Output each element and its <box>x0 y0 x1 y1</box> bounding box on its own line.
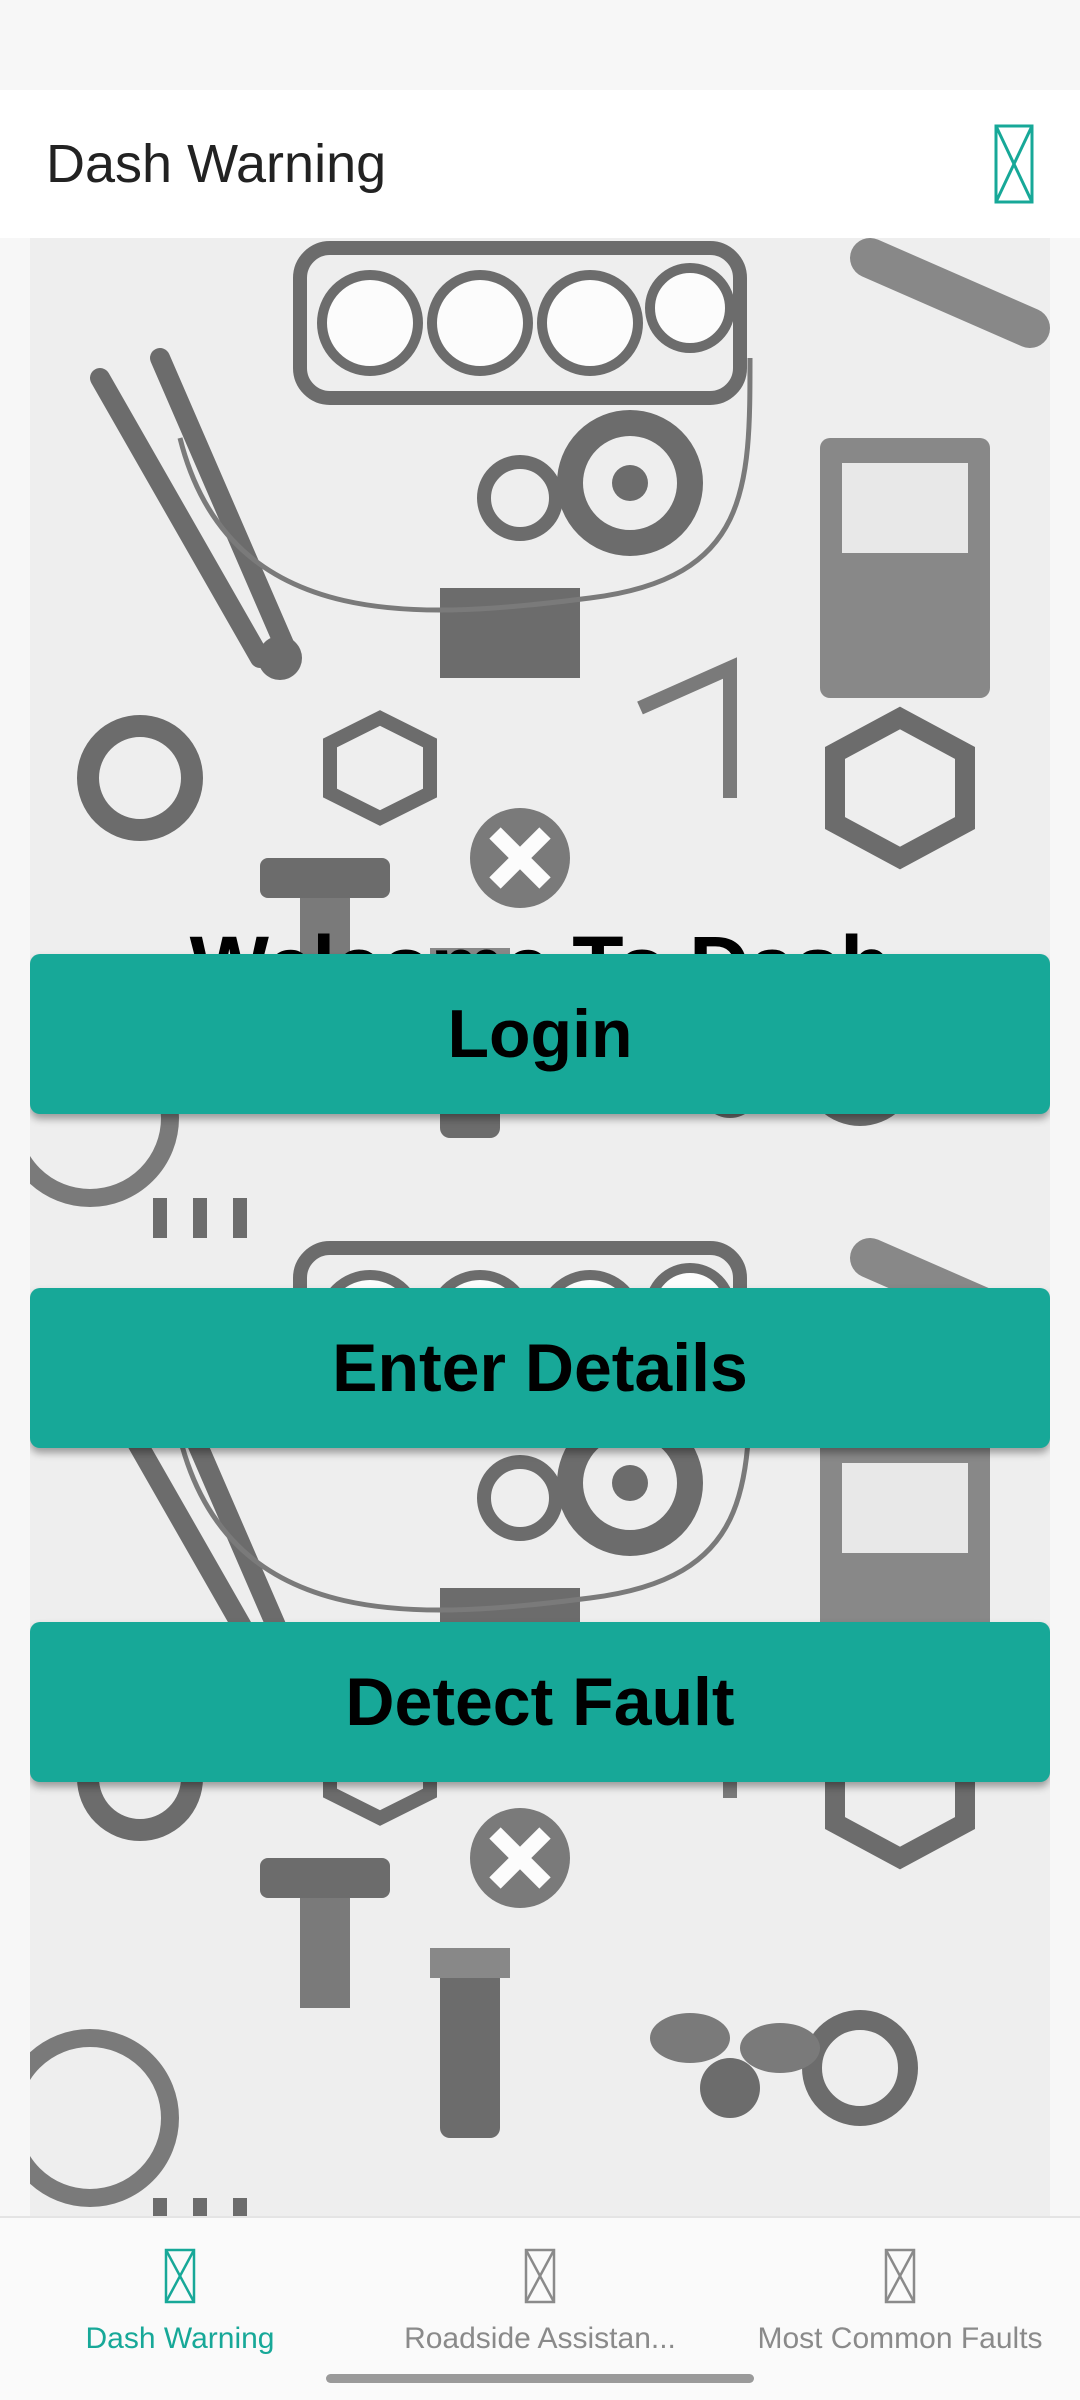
tools-background-image <box>30 238 1050 2216</box>
status-bar <box>0 0 1080 90</box>
login-button[interactable]: Login <box>30 954 1050 1114</box>
enter-details-button[interactable]: Enter Details <box>30 1288 1050 1448</box>
broken-image-icon <box>164 2248 196 2304</box>
nav-label: Most Common Faults <box>757 2322 1043 2355</box>
broken-image-icon <box>884 2248 916 2304</box>
broken-image-icon[interactable] <box>994 124 1034 204</box>
broken-image-icon <box>524 2248 556 2304</box>
gesture-handle[interactable] <box>326 2374 754 2383</box>
nav-item-most-common-faults[interactable]: Most Common Faults <box>720 2218 1080 2400</box>
nav-label: Roadside Assistan... <box>404 2322 676 2355</box>
nav-label: Dash Warning <box>85 2322 275 2355</box>
app-bar: Dash Warning <box>0 90 1080 238</box>
detect-fault-button[interactable]: Detect Fault <box>30 1622 1050 1782</box>
nav-item-roadside-assistance[interactable]: Roadside Assistan... <box>360 2218 720 2400</box>
nav-item-dash-warning[interactable]: Dash Warning <box>0 2218 360 2400</box>
main-content: Welcome To Dash Warning Login Enter Deta… <box>30 238 1050 2216</box>
app-title: Dash Warning <box>46 134 387 194</box>
bottom-navigation: Dash Warning Roadside Assistan... Most C… <box>0 2216 1080 2400</box>
